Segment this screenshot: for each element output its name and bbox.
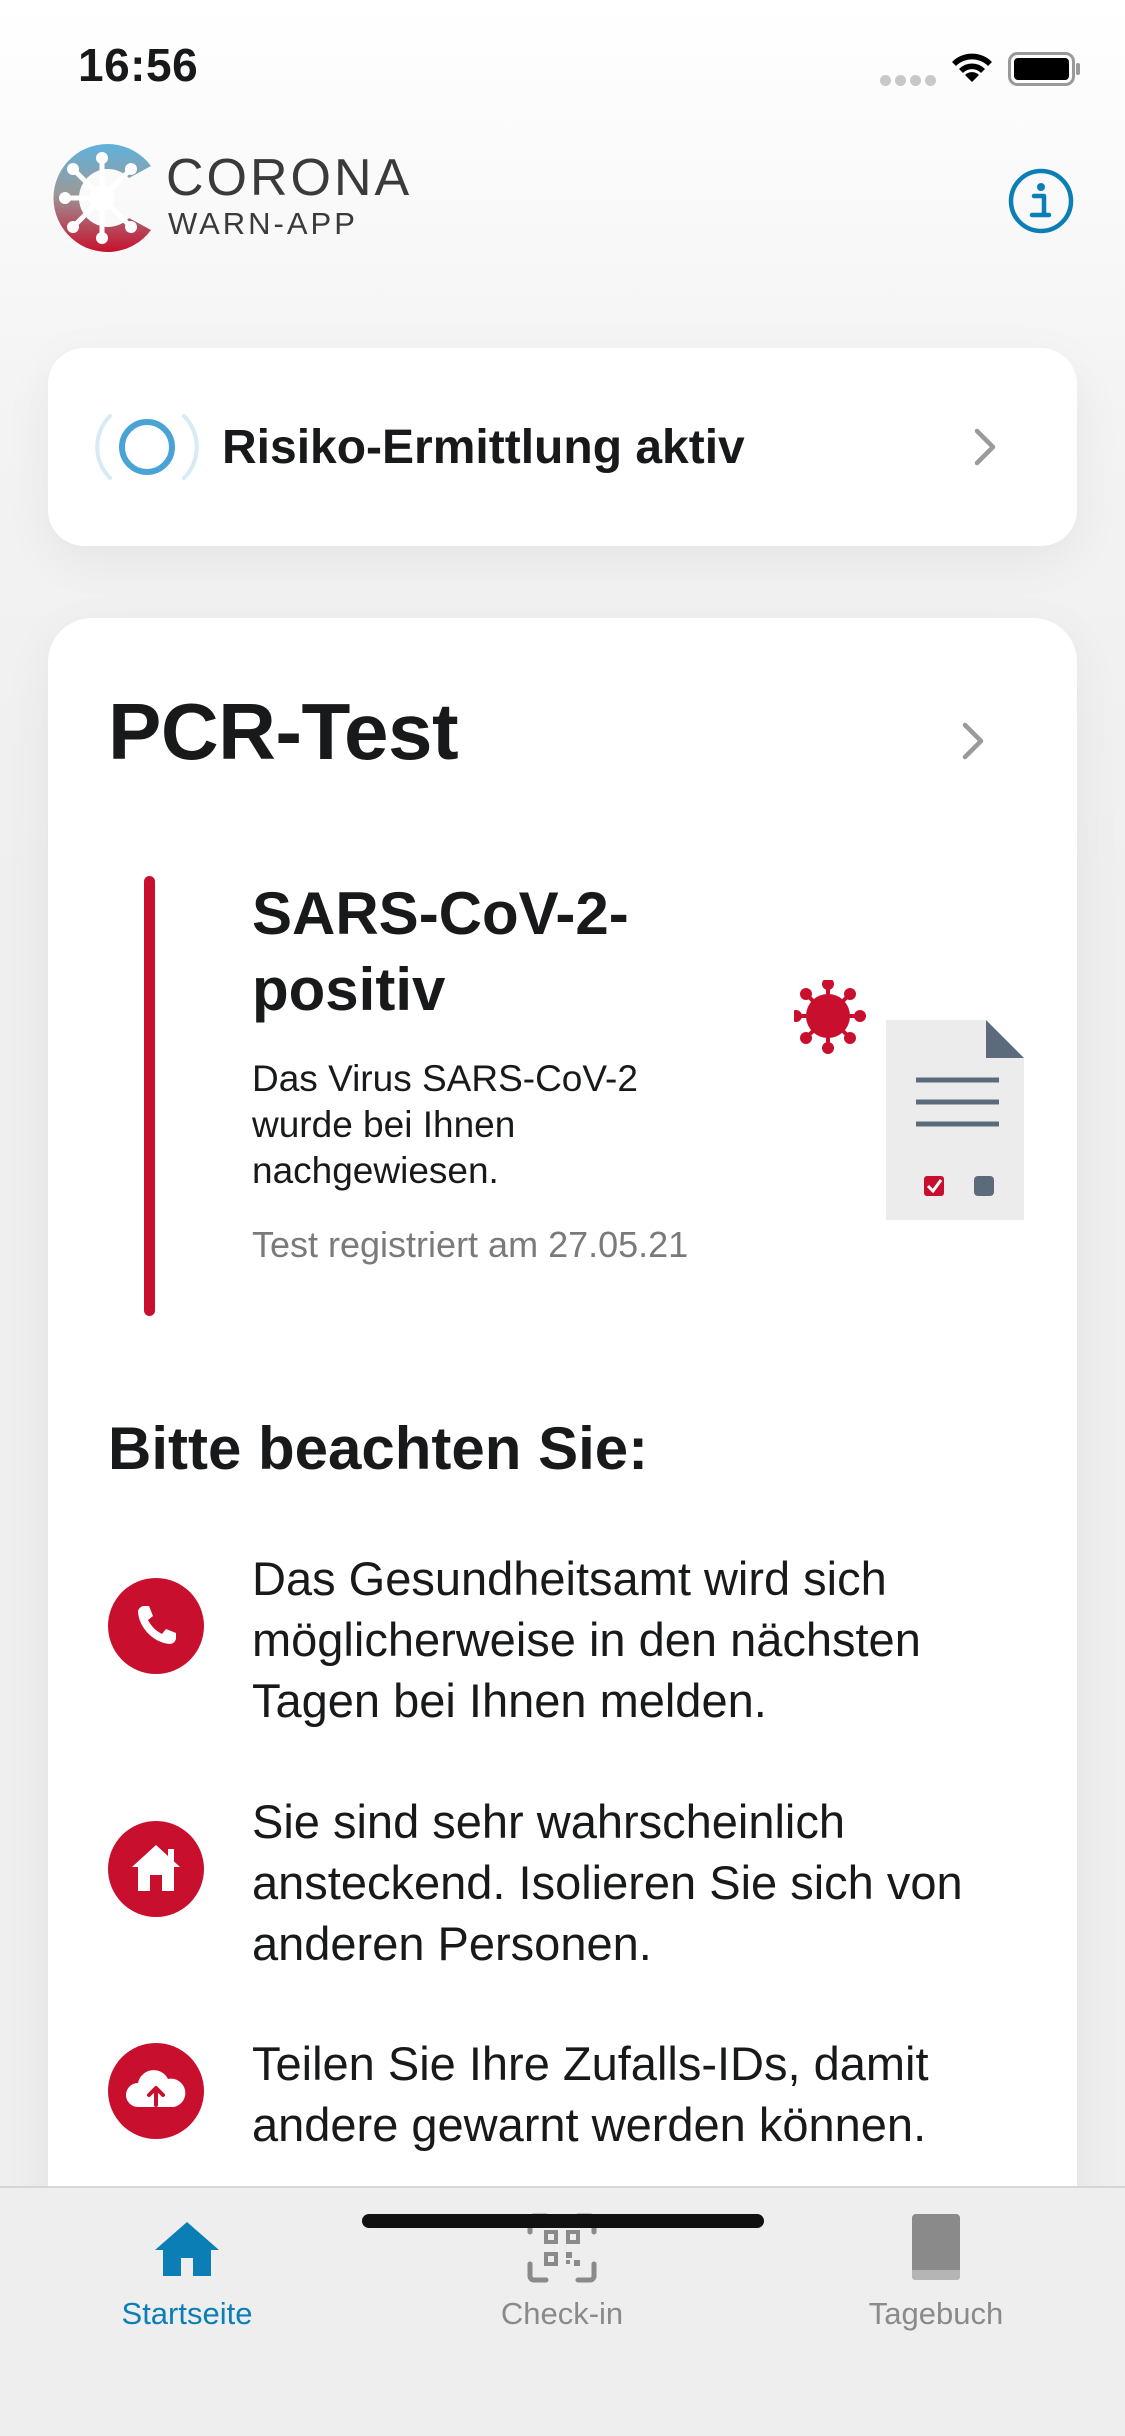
home-icon bbox=[155, 2222, 219, 2276]
result-registration-date: Test registriert am 27.05.21 bbox=[252, 1224, 689, 1265]
card-title: PCR-Test bbox=[108, 687, 459, 776]
result-description: Das Virus SARS-CoV-2 wurde bei Ihnen nac… bbox=[252, 1058, 638, 1191]
cloud-upload-icon bbox=[108, 2043, 204, 2139]
book-icon bbox=[912, 2214, 960, 2280]
tab-label: Tagebuch bbox=[868, 2296, 1004, 2331]
notice-text: Das Gesundheitsamt wird sich möglicherwe… bbox=[252, 1552, 921, 1727]
risk-status-label: Risiko-Ermittlung aktiv bbox=[222, 421, 745, 474]
risk-detection-active-icon bbox=[95, 414, 199, 480]
tab-check-in[interactable]: Check-in bbox=[452, 2212, 672, 2342]
result-indicator-bar bbox=[144, 876, 155, 1316]
chevron-right-icon bbox=[962, 722, 984, 760]
positive-test-document-illustration bbox=[794, 980, 1024, 1220]
brand-title: CORONA bbox=[166, 149, 413, 207]
brand-subtitle: WARN-APP bbox=[168, 206, 358, 241]
risk-status-card[interactable]: Risiko-Ermittlung aktiv bbox=[48, 348, 1077, 546]
info-icon[interactable] bbox=[1008, 168, 1074, 234]
tab-label: Startseite bbox=[121, 2296, 253, 2331]
cellular-signal-icon bbox=[880, 75, 936, 87]
status-bar: 16:56 bbox=[0, 0, 1125, 132]
screen: 16:56 CORONA WARN-APP Risiko-Ermittlung … bbox=[0, 0, 1125, 2436]
wifi-icon bbox=[952, 53, 992, 82]
chevron-right-icon bbox=[974, 428, 996, 466]
notice-title: Bitte beachten Sie: bbox=[108, 1415, 649, 1482]
corona-warn-app-logo bbox=[53, 144, 151, 252]
status-time: 16:56 bbox=[78, 39, 199, 91]
pcr-test-card[interactable]: PCR-Test SARS-CoV-2- positiv Das Virus S… bbox=[48, 618, 1077, 2436]
tab-tagebuch[interactable]: Tagebuch bbox=[826, 2212, 1046, 2342]
tab-startseite[interactable]: Startseite bbox=[77, 2212, 297, 2342]
notice-text: Sie sind sehr wahrscheinlich ansteckend.… bbox=[252, 1795, 963, 1970]
home-indicator[interactable] bbox=[362, 2214, 764, 2228]
tab-label: Check-in bbox=[500, 2296, 624, 2331]
home-icon bbox=[108, 1821, 204, 1917]
notice-text: Teilen Sie Ihre Zufalls-IDs, damit ander… bbox=[252, 2037, 929, 2151]
phone-icon bbox=[108, 1578, 204, 1674]
result-title: SARS-CoV-2- positiv bbox=[252, 880, 629, 1023]
battery-icon bbox=[1008, 52, 1080, 86]
